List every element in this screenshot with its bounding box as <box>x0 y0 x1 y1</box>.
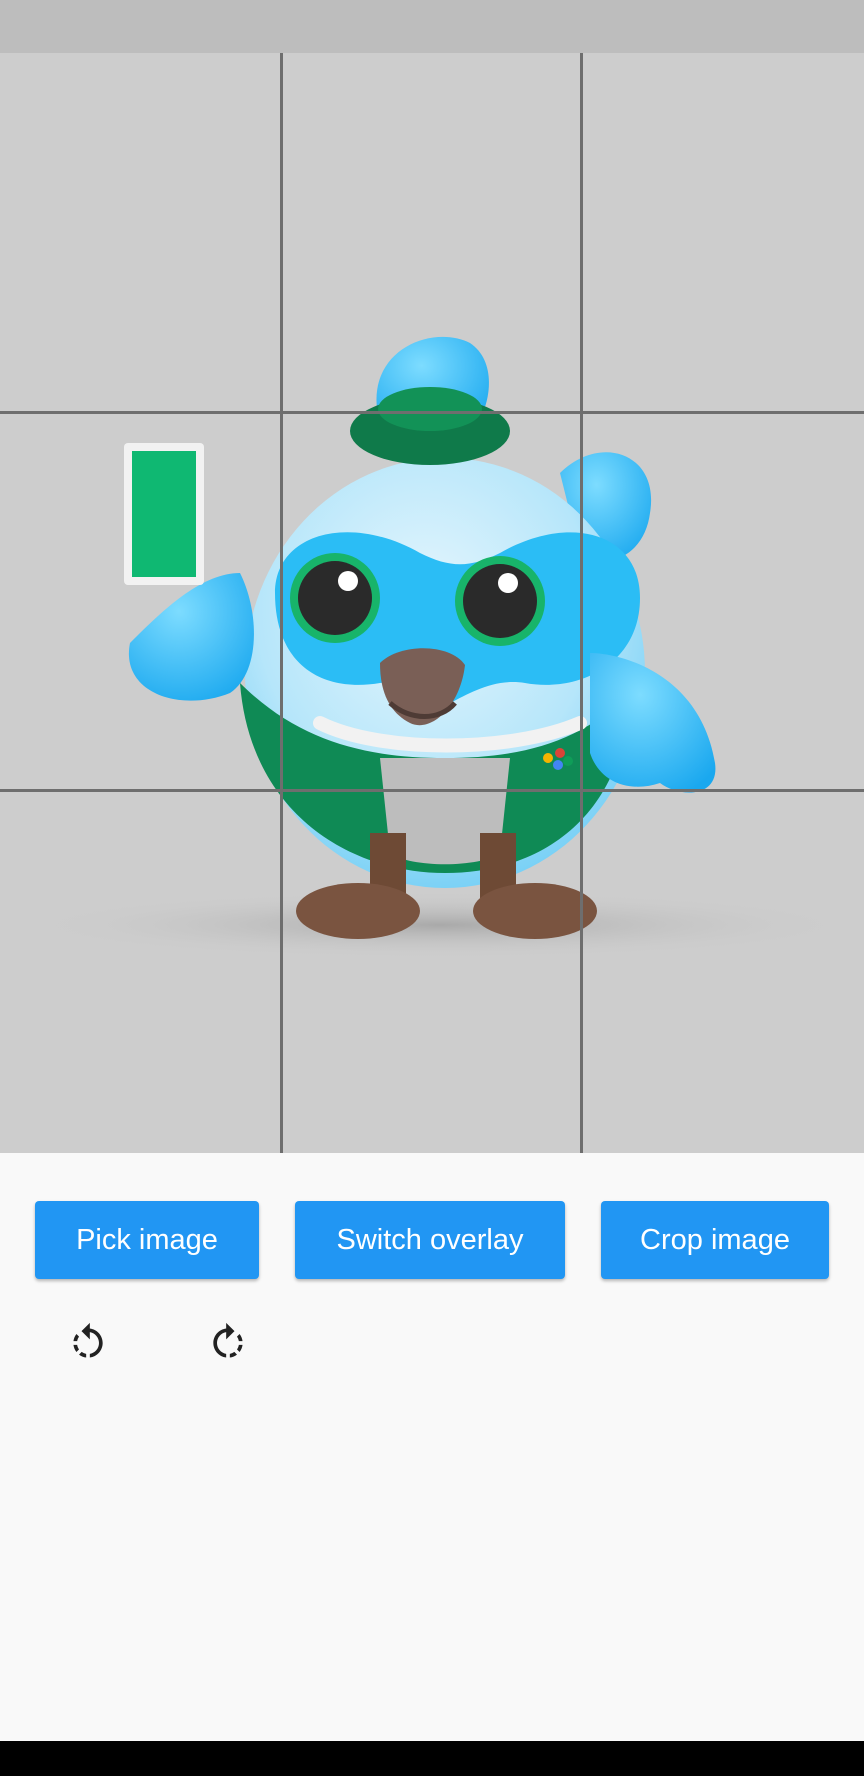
grid-line-vertical-2 <box>580 53 583 1153</box>
rotate-left-icon <box>73 1322 103 1358</box>
controls-panel: Pick image Switch overlay Crop image <box>0 1153 864 1741</box>
rotate-right-icon <box>213 1322 243 1358</box>
pick-image-button[interactable]: Pick image <box>35 1201 259 1279</box>
status-bar <box>0 0 864 53</box>
navigation-bar <box>0 1741 864 1776</box>
grid-line-horizontal-2 <box>0 789 864 792</box>
crop-image-button[interactable]: Crop image <box>601 1201 829 1279</box>
grid-line-horizontal-1 <box>0 411 864 414</box>
rotate-right-button[interactable] <box>200 1315 256 1371</box>
crop-canvas[interactable] <box>0 53 864 1153</box>
switch-overlay-button[interactable]: Switch overlay <box>295 1201 565 1279</box>
mascot-image <box>20 336 860 959</box>
grid-line-vertical-1 <box>280 53 283 1153</box>
rotate-left-button[interactable] <box>60 1315 116 1371</box>
